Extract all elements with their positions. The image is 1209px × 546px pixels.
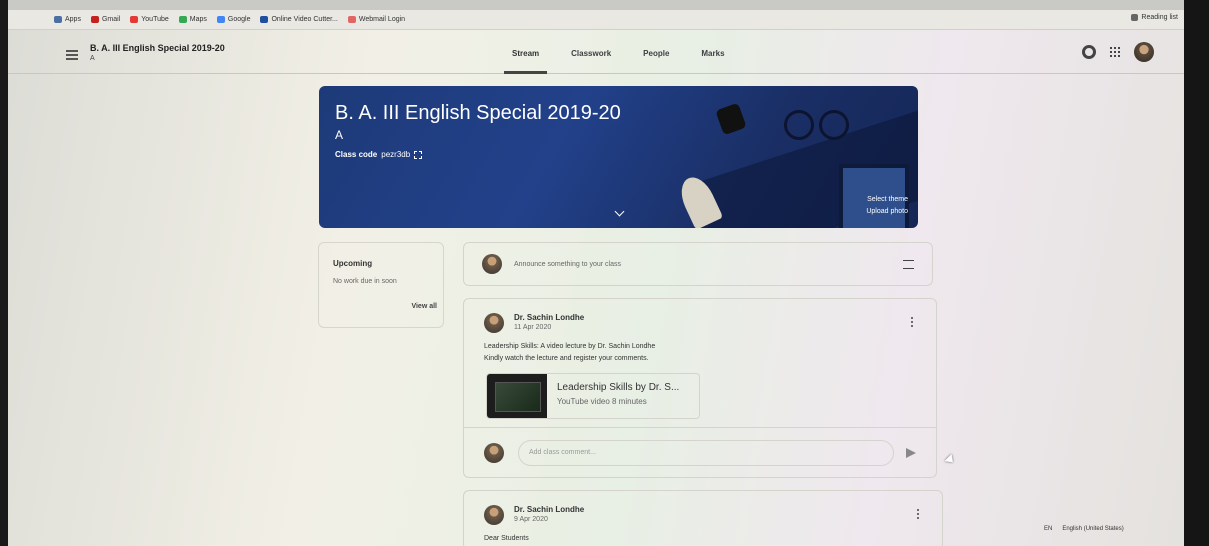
bookmark-gmail[interactable]: Gmail [90, 16, 120, 23]
class-code-label: Class code [335, 150, 378, 159]
post-header: Dr. Sachin Londhe 9 Apr 2020 [484, 505, 584, 525]
bookmark-apps[interactable]: Apps [54, 16, 81, 23]
mouse-cursor-icon [944, 453, 957, 467]
upcoming-heading: Upcoming [333, 259, 373, 268]
upcoming-text: No work due in soon [333, 278, 397, 285]
fullscreen-icon[interactable] [414, 150, 423, 159]
tab-marks[interactable]: Marks [685, 30, 740, 74]
post-date: 11 Apr 2020 [514, 324, 552, 331]
select-theme-link[interactable]: Select theme [866, 194, 908, 206]
upload-photo-link[interactable]: Upload photo [866, 206, 908, 218]
bookmark-maps[interactable]: Maps [178, 16, 207, 23]
maps-icon [178, 16, 187, 23]
chevron-down-icon[interactable] [614, 206, 625, 217]
banner-section: A [335, 128, 344, 142]
menu-icon[interactable] [66, 50, 78, 62]
class-code: Class code pezr3db [335, 150, 423, 159]
class-tabs: Stream Classwork People Marks [496, 30, 741, 74]
bookmarks-bar: Apps Gmail YouTube Maps Google Online Vi… [8, 10, 1184, 30]
upcoming-card: Upcoming No work due in soon View all [318, 242, 444, 328]
webmail-icon [347, 16, 356, 23]
reading-list-button[interactable]: Reading list [1131, 14, 1178, 21]
header-class-title[interactable]: B. A. III English Special 2019-20 [90, 43, 225, 53]
account-avatar[interactable] [1134, 42, 1154, 62]
send-icon[interactable] [906, 447, 916, 458]
class-comment-input[interactable]: Add class comment... [518, 439, 894, 466]
bookmark-webmail-login[interactable]: Webmail Login [347, 16, 405, 23]
video-thumbnail [487, 374, 547, 418]
post-body: Leadership Skills: A video lecture by Dr… [484, 343, 656, 362]
stream-post: Dr. Sachin Londhe 11 Apr 2020 Leadership… [463, 298, 937, 478]
comment-row: Add class comment... [464, 427, 936, 477]
header-class-section: A [90, 55, 95, 62]
attachment-subtitle: YouTube video 8 minutes [557, 397, 647, 406]
avatar [482, 254, 502, 274]
post-date: 9 Apr 2020 [514, 516, 548, 523]
post-author: Dr. Sachin Londhe [514, 313, 585, 322]
language-code: EN [1044, 526, 1053, 532]
youtube-icon [130, 16, 139, 23]
tab-stream[interactable]: Stream [496, 30, 555, 74]
classroom-header: B. A. III English Special 2019-20 A Stre… [8, 30, 1184, 74]
announce-box[interactable]: Announce something to your class [463, 242, 933, 286]
post-header: Dr. Sachin Londhe 11 Apr 2020 [484, 313, 584, 333]
gmail-icon [90, 16, 99, 23]
language-name: English (United States) [1062, 526, 1124, 532]
header-actions [1082, 42, 1154, 62]
post-body: Dear Students [484, 535, 529, 542]
gear-icon[interactable] [1082, 45, 1096, 59]
announce-placeholder[interactable]: Announce something to your class [514, 261, 903, 268]
browser-screen: Apps Gmail YouTube Maps Google Online Vi… [8, 0, 1184, 546]
tab-people[interactable]: People [627, 30, 685, 74]
bookmark-online-video-cutter[interactable]: Online Video Cutter... [260, 16, 338, 23]
banner-title: B. A. III English Special 2019-20 [335, 102, 621, 124]
class-code-value: pezr3db [381, 150, 411, 159]
reading-list-icon [1131, 14, 1139, 21]
bookmark-google[interactable]: Google [216, 16, 250, 23]
more-options-icon[interactable] [917, 509, 920, 521]
more-options-icon[interactable] [911, 317, 914, 329]
address-bar[interactable] [8, 0, 1184, 10]
attachment-title: Leadership Skills by Dr. S... [557, 382, 680, 393]
language-indicator[interactable]: EN English (United States) [1044, 526, 1124, 532]
avatar [484, 442, 504, 463]
glasses-illustration [784, 110, 814, 140]
camera-illustration [715, 102, 747, 136]
tab-classwork[interactable]: Classwork [555, 30, 627, 74]
video-cutter-icon [260, 16, 269, 23]
video-attachment[interactable]: Leadership Skills by Dr. S... YouTube vi… [486, 373, 700, 419]
stream-post: Dr. Sachin Londhe 9 Apr 2020 Dear Studen… [463, 490, 943, 546]
google-icon [216, 16, 225, 23]
avatar [484, 505, 504, 525]
banner-theme-actions: Select theme Upload photo [866, 194, 908, 218]
bookmark-youtube[interactable]: YouTube [130, 16, 169, 23]
laptop-bezel [1184, 0, 1209, 546]
avatar [484, 313, 504, 333]
view-all-link[interactable]: View all [411, 303, 437, 310]
repost-icon[interactable] [903, 259, 914, 269]
apps-grid-icon[interactable] [1110, 47, 1120, 57]
apps-icon [54, 16, 62, 23]
class-banner: B. A. III English Special 2019-20 A Clas… [319, 86, 918, 228]
post-author: Dr. Sachin Londhe [514, 505, 585, 514]
